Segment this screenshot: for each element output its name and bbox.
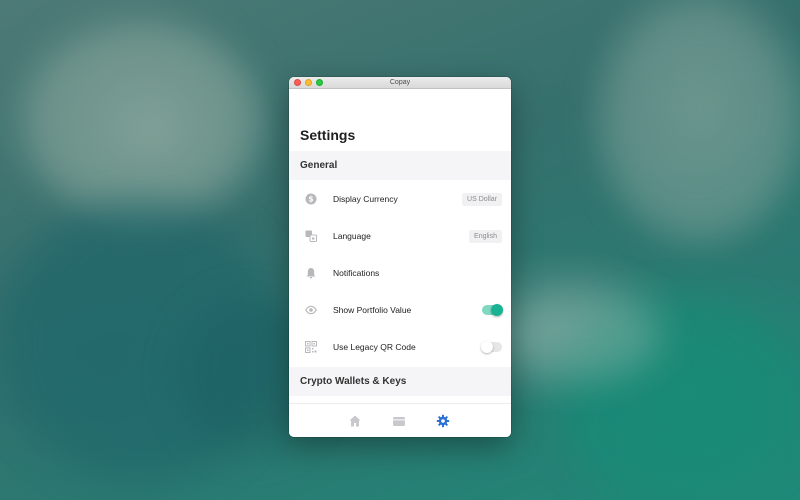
translate-icon bbox=[305, 230, 317, 242]
setting-label: Language bbox=[333, 231, 371, 241]
setting-language[interactable]: Language English bbox=[289, 218, 511, 255]
bottom-tab-bar bbox=[289, 403, 511, 437]
qr-code-icon bbox=[305, 341, 317, 353]
section-general-header: General bbox=[289, 151, 511, 180]
card-icon[interactable] bbox=[392, 414, 406, 428]
eye-icon bbox=[305, 305, 317, 315]
toggle-knob bbox=[481, 341, 493, 353]
setting-legacy-qr-code[interactable]: Use Legacy QR Code bbox=[289, 329, 511, 366]
language-value: English bbox=[469, 230, 502, 243]
dollar-circle-icon: $ bbox=[305, 193, 317, 205]
legacy-qr-toggle[interactable] bbox=[481, 341, 502, 353]
gear-icon[interactable] bbox=[436, 414, 450, 428]
setting-label: Display Currency bbox=[333, 194, 398, 204]
setting-display-currency[interactable]: $ Display Currency US Dollar bbox=[289, 181, 511, 218]
show-portfolio-toggle[interactable] bbox=[482, 304, 503, 316]
app-window: Copay Settings General $ Display Currenc… bbox=[289, 77, 511, 437]
bell-icon bbox=[306, 268, 316, 279]
toggle-knob bbox=[491, 304, 503, 316]
currency-value: US Dollar bbox=[462, 193, 502, 206]
setting-show-portfolio-value[interactable]: Show Portfolio Value bbox=[289, 292, 511, 329]
setting-label: Notifications bbox=[333, 268, 380, 278]
section-crypto-header: Crypto Wallets & Keys bbox=[289, 367, 511, 396]
page-title: Settings bbox=[300, 127, 356, 143]
title-bar[interactable]: Copay bbox=[289, 77, 511, 89]
setting-label: Show Portfolio Value bbox=[333, 305, 412, 315]
home-icon[interactable] bbox=[348, 414, 362, 428]
setting-notifications[interactable]: Notifications bbox=[289, 255, 511, 292]
setting-label: Use Legacy QR Code bbox=[333, 342, 416, 352]
svg-text:$: $ bbox=[308, 195, 313, 204]
window-title: Copay bbox=[389, 79, 411, 86]
